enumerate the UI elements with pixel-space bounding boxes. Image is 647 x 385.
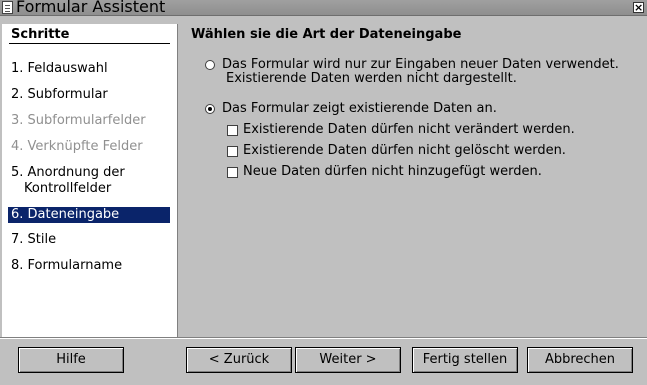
checkbox-no-modify-label: Existierende Daten dürfen nicht veränder… [243,122,575,137]
help-button[interactable]: Hilfe [18,347,124,373]
checkbox-no-add-label: Neue Daten dürfen nicht hinzugefügt werd… [243,164,542,179]
page-title: Wählen sie die Art der Dateneingabe [191,27,462,42]
checkbox-no-delete-label: Existierende Daten dürfen nicht gelöscht… [243,143,566,158]
app-icon [2,1,13,14]
steps-header: Schritte [11,27,70,42]
radio-show-existing-label: Das Formular zeigt existierende Daten an… [222,101,497,116]
checkbox-no-modify[interactable] [227,125,238,136]
back-button[interactable]: < Zurück [186,347,292,373]
next-button[interactable]: Weiter > [295,347,401,373]
step-formularname[interactable]: 8. Formularname [8,258,170,274]
button-bar-divider [0,337,647,339]
close-icon[interactable]: × [633,2,644,13]
cancel-button[interactable]: Abbrechen [527,347,633,373]
steps-divider [9,43,170,44]
step-subformular[interactable]: 2. Subformular [8,87,170,103]
window-title: Formular Assistent [16,0,166,16]
step-verknuepfte-felder: 4. Verknüpfte Felder [11,139,143,154]
radio-show-existing-data[interactable] [205,104,215,114]
checkbox-no-delete[interactable] [227,146,238,157]
radio-new-data-label-line2: Existierende Daten werden nicht dargeste… [226,71,517,86]
radio-new-data-only[interactable] [205,60,215,70]
step-anordnung[interactable]: 5. Anordnung der Kontrollfelder [8,165,170,197]
step-feldauswahl[interactable]: 1. Feldauswahl [8,61,170,77]
step-dateneingabe[interactable]: 6. Dateneingabe [8,207,170,223]
finish-button[interactable]: Fertig stellen [412,347,518,373]
step-stile[interactable]: 7. Stile [8,232,170,248]
steps-panel: Schritte 1. Feldauswahl 2. Subformular 3… [2,24,178,337]
title-bar[interactable]: Formular Assistent × [0,0,647,16]
step-anordnung-line2: Kontrollfelder [24,181,112,196]
step-subformularfelder: 3. Subformularfelder [11,113,146,128]
step-anordnung-line1: 5. Anordnung der [11,165,125,180]
checkbox-no-add[interactable] [227,167,238,178]
